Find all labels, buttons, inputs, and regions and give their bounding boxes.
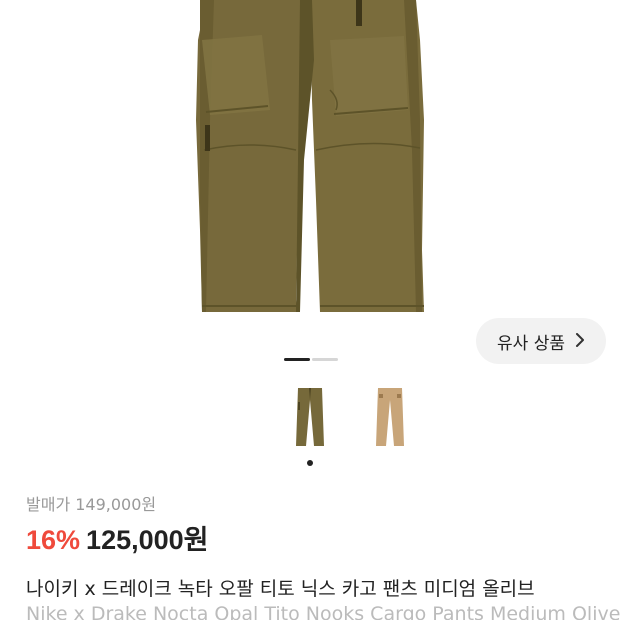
color-thumbnails [0, 380, 620, 470]
thumbnail-tan[interactable] [370, 386, 410, 456]
pagination-dot-inactive [312, 358, 338, 361]
discount-percent: 16% [26, 525, 81, 555]
original-price: 발매가 149,000원 [26, 495, 157, 514]
thumbnail-selected-indicator [307, 460, 313, 466]
similar-products-button[interactable]: 유사 상품 [476, 318, 606, 364]
chevron-right-icon [575, 332, 585, 351]
cargo-pants-image [196, 0, 424, 312]
sale-price: 125,000원 [86, 525, 209, 555]
product-title-english: Nike x Drake Nocta Opal Tito Nooks Cargo… [26, 603, 620, 620]
image-pagination [284, 358, 338, 361]
pagination-dot-active [284, 358, 310, 361]
product-title-korean: 나이키 x 드레이크 녹타 오팔 티토 닉스 카고 팬츠 미디엄 올리브 [26, 578, 535, 600]
thumbnail-olive[interactable] [290, 386, 330, 456]
sale-price-row: 16% 125,000원 [26, 518, 209, 557]
olive-pants-thumbnail-image [296, 388, 324, 446]
tan-pants-thumbnail-image [376, 388, 404, 446]
product-image[interactable] [0, 0, 620, 345]
similar-products-label: 유사 상품 [497, 333, 565, 354]
